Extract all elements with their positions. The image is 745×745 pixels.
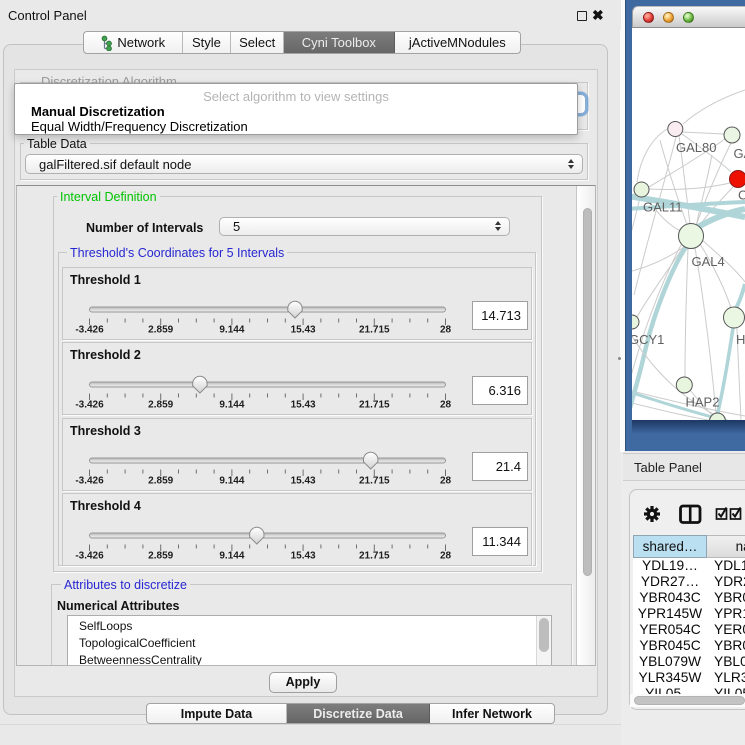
svg-text:HIS4: HIS4 [736, 332, 745, 347]
svg-text:2.859: 2.859 [148, 551, 173, 562]
svg-text:15.43: 15.43 [291, 400, 316, 411]
svg-text:28: 28 [440, 400, 452, 411]
svg-text:28: 28 [440, 475, 452, 486]
svg-text:HAP2: HAP2 [686, 395, 720, 410]
svg-text:9.144: 9.144 [219, 551, 244, 562]
svg-text:21.715: 21.715 [359, 551, 390, 562]
svg-text:GAL80: GAL80 [676, 140, 716, 155]
svg-text:GCY1: GCY1 [632, 332, 664, 347]
svg-text:28: 28 [440, 551, 452, 562]
svg-text:21.715: 21.715 [359, 325, 390, 336]
svg-text:GAL11: GAL11 [643, 200, 683, 215]
svg-text:15.43: 15.43 [291, 325, 316, 336]
svg-text:9.144: 9.144 [219, 325, 244, 336]
svg-text:C: C [738, 188, 745, 203]
svg-text:15.43: 15.43 [291, 475, 316, 486]
svg-text:-3.426: -3.426 [75, 400, 104, 411]
svg-text:21.715: 21.715 [359, 400, 390, 411]
svg-text:15.43: 15.43 [291, 551, 316, 562]
svg-text:-3.426: -3.426 [75, 551, 104, 562]
svg-text:2.859: 2.859 [148, 475, 173, 486]
svg-text:-3.426: -3.426 [75, 475, 104, 486]
svg-text:28: 28 [440, 325, 452, 336]
svg-text:9.144: 9.144 [219, 400, 244, 411]
svg-text:2.859: 2.859 [148, 325, 173, 336]
svg-text:2.859: 2.859 [148, 400, 173, 411]
svg-text:GAL: GAL [734, 146, 745, 161]
svg-text:-3.426: -3.426 [75, 325, 104, 336]
svg-text:21.715: 21.715 [359, 475, 390, 486]
svg-text:9.144: 9.144 [219, 475, 244, 486]
svg-text:GAL4: GAL4 [692, 254, 725, 269]
